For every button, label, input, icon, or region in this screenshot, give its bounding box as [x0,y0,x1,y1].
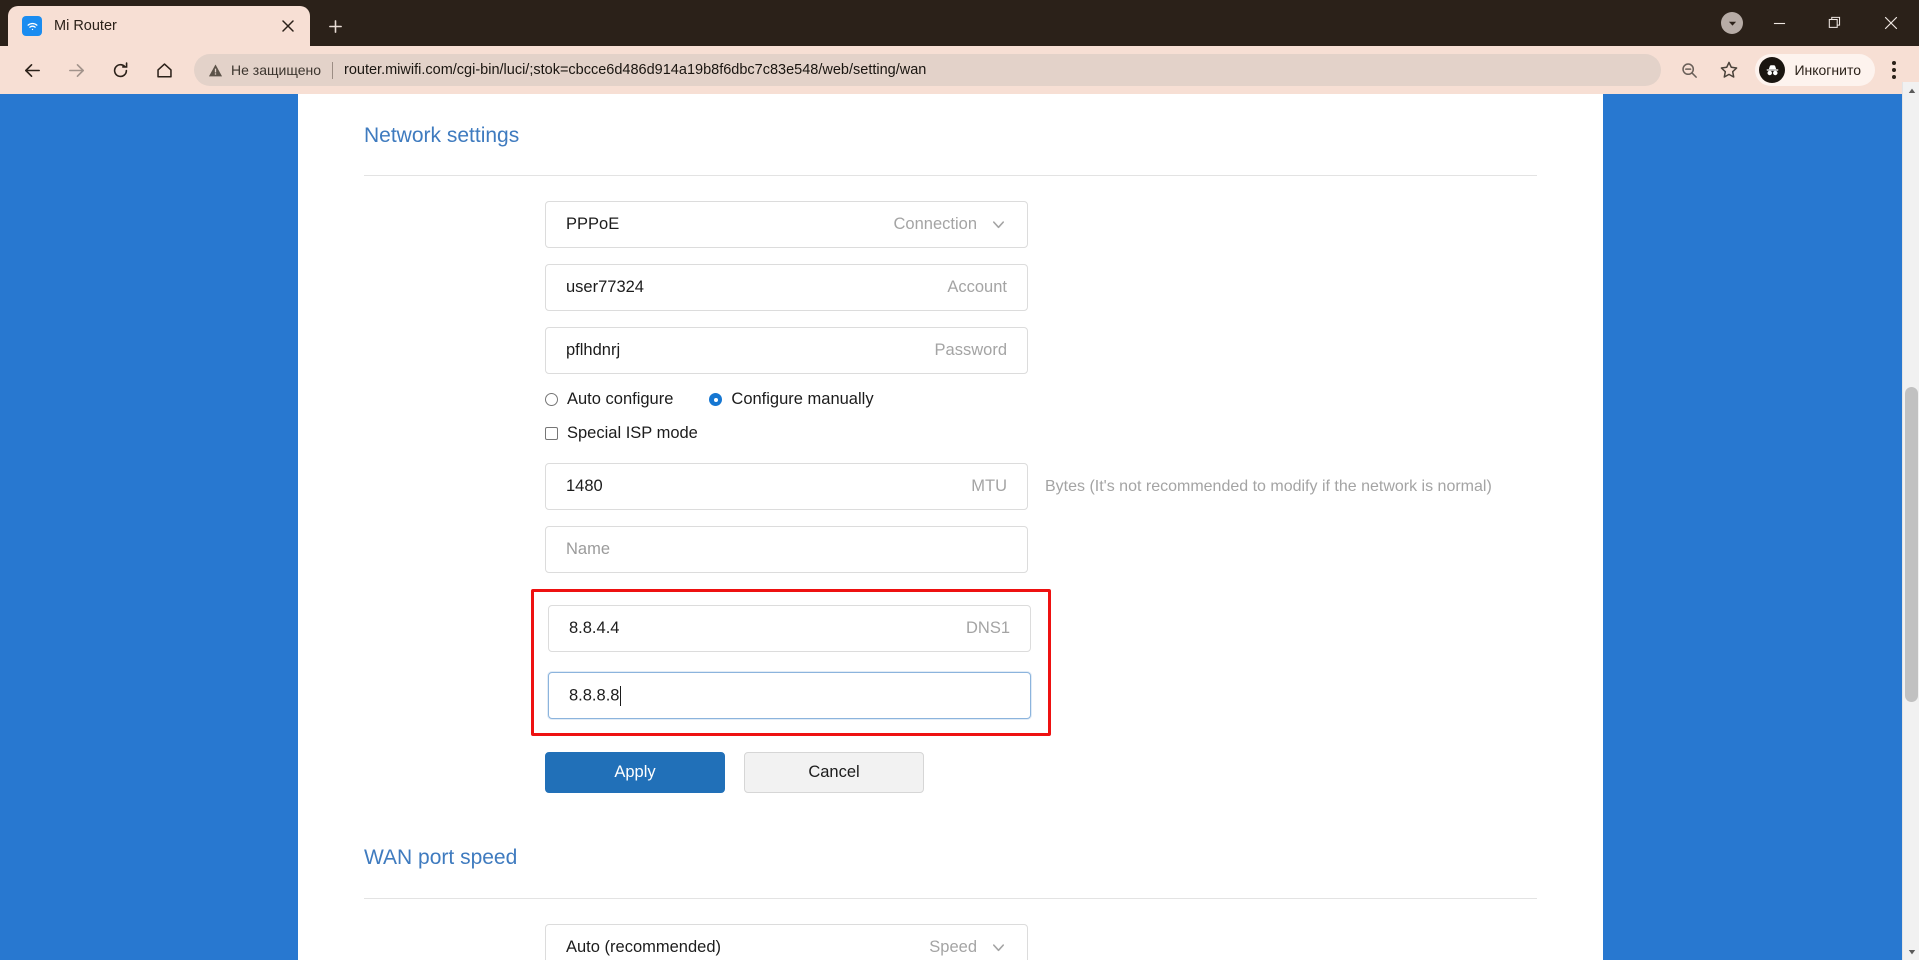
mtu-label: MTU [971,477,1007,496]
profile-chip[interactable]: Инкогнито [1755,54,1875,86]
network-settings-form: PPPoE Connection user77324 Account pflhd… [364,176,1537,794]
section-title-network-settings: Network settings [364,124,520,147]
browser-toolbar: Не защищено router.miwifi.com/cgi-bin/lu… [0,46,1919,94]
star-icon[interactable] [1712,53,1746,87]
section-title-wan-port-speed: WAN port speed [364,846,518,870]
dns-highlight-annotation: 8.8.4.4 DNS1 8.8.8.8 [531,589,1051,737]
account-row: user77324 Account [545,264,1537,312]
radio-indicator [545,393,558,407]
incognito-icon [1759,57,1786,83]
chevron-down-icon [990,216,1007,233]
name-input[interactable]: Name [545,526,1028,574]
mtu-row: 1480 MTU Bytes (It's not recommended to … [545,463,1537,511]
close-window-button[interactable] [1863,0,1919,46]
tab-strip: Mi Router [0,0,1919,46]
cancel-button[interactable]: Cancel [744,752,924,794]
form-actions: Apply Cancel [545,752,1537,794]
back-button[interactable] [14,52,50,88]
security-status-label: Не защищено [231,62,321,78]
connection-value: PPPoE [566,215,620,234]
page-scrollbar[interactable] [1902,82,1919,960]
password-value: pflhdnrj [566,341,621,360]
radio-configure-manually[interactable]: Configure manually [709,390,874,409]
radio-auto-configure-label: Auto configure [567,390,674,409]
checkbox-indicator [545,427,558,441]
dns1-row: 8.8.4.4 DNS1 [548,605,1034,653]
url-text: router.miwifi.com/cgi-bin/luci/;stok=cbc… [344,62,927,78]
dns1-input[interactable]: 8.8.4.4 DNS1 [548,605,1031,653]
speed-value: Auto (recommended) [566,937,721,956]
zoom-out-icon[interactable] [1672,53,1706,87]
radio-indicator [709,393,723,407]
dns2-row: 8.8.8.8 [548,672,1034,720]
minimize-button[interactable] [1751,0,1807,46]
warning-icon [208,63,223,78]
connection-select[interactable]: PPPoE Connection [545,201,1028,249]
address-bar[interactable]: Не защищено router.miwifi.com/cgi-bin/lu… [194,54,1662,86]
reload-button[interactable] [102,52,138,88]
tab-title: Mi Router [54,18,117,34]
connection-row: PPPoE Connection [545,201,1537,249]
close-icon[interactable] [276,14,300,38]
account-value: user77324 [566,278,644,297]
dns2-input[interactable]: 8.8.8.8 [548,672,1031,720]
scroll-up-arrow-icon[interactable] [1903,82,1919,99]
mtu-input[interactable]: 1480 MTU [545,463,1028,511]
new-tab-button[interactable] [318,9,352,43]
connection-label: Connection [893,215,977,234]
dns2-value: 8.8.8.8 [569,686,620,705]
checkbox-special-isp-mode-label: Special ISP mode [567,424,698,443]
tab-search-button[interactable] [1713,0,1751,46]
window-controls [1713,0,1919,46]
password-row: pflhdnrj Password [545,327,1537,375]
apply-button[interactable]: Apply [545,752,725,794]
mtu-hint: Bytes (It's not recommended to modify if… [1045,477,1492,495]
radio-configure-manually-label: Configure manually [731,390,874,409]
page-viewport: Network settings PPPoE Connection user77… [0,94,1919,960]
wan-port-speed-form: Auto (recommended) Speed [364,899,1537,960]
configure-mode-radio-group: Auto configure Configure manually [545,390,1537,409]
scrollbar-thumb[interactable] [1905,387,1918,702]
dns1-label: DNS1 [965,619,1010,638]
name-row: Name [545,526,1537,574]
mtu-value: 1480 [566,477,603,496]
router-admin-page: Network settings PPPoE Connection user77… [298,94,1603,960]
home-button[interactable] [146,52,182,88]
browser-window: Mi Router Не защищено router.miwifi.com/… [0,0,1919,960]
radio-auto-configure[interactable]: Auto configure [545,390,673,409]
checkbox-special-isp-mode[interactable]: Special ISP mode [545,424,698,443]
special-isp-mode-row: Special ISP mode [545,424,1537,443]
profile-label: Инкогнито [1794,62,1861,78]
forward-button[interactable] [58,52,94,88]
speed-row: Auto (recommended) Speed [545,923,1537,960]
scroll-down-arrow-icon[interactable] [1903,943,1919,960]
speed-label: Speed [929,937,977,956]
account-label: Account [947,278,1007,297]
account-input[interactable]: user77324 Account [545,264,1028,312]
omnibox-divider [332,61,333,79]
text-caret [620,685,622,706]
name-placeholder: Name [566,540,611,559]
password-label: Password [934,341,1007,360]
speed-select[interactable]: Auto (recommended) Speed [545,923,1028,960]
wifi-icon [22,16,42,36]
dns1-value: 8.8.4.4 [569,619,620,638]
password-input[interactable]: pflhdnrj Password [545,327,1028,375]
maximize-button[interactable] [1807,0,1863,46]
chevron-down-icon [990,939,1007,956]
browser-tab[interactable]: Mi Router [8,6,310,46]
chevron-down-icon [1721,12,1743,34]
